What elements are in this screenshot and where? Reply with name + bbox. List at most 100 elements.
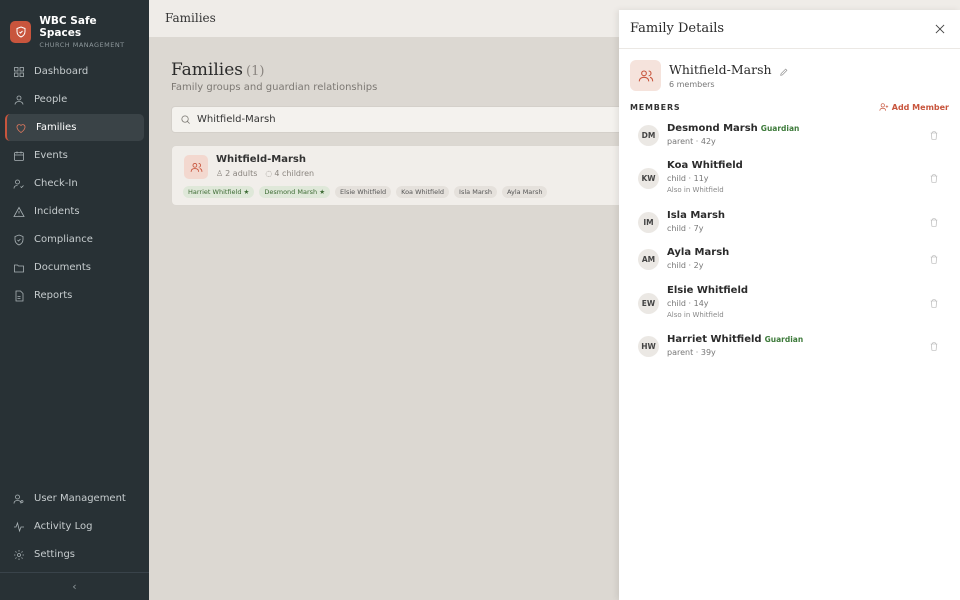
add-user-icon [879, 103, 888, 111]
avatar: EW [638, 293, 659, 314]
member-chip: Elsie Whitfield [335, 186, 392, 198]
sidebar-item-dashboard[interactable]: Dashboard [5, 58, 144, 85]
sidebar-item-label: Dashboard [34, 66, 89, 77]
heart-icon [16, 123, 26, 133]
trash-icon [930, 131, 938, 140]
adult-icon: ♙ [216, 169, 224, 178]
sidebar-item-activity-log[interactable]: Activity Log [5, 513, 144, 540]
users-icon [13, 494, 24, 504]
edit-family-button[interactable] [779, 65, 789, 76]
member-role-age: child · 14y [667, 299, 709, 308]
secondary-nav: User Management Activity Log Settings [0, 484, 149, 569]
sidebar-item-check-in[interactable]: Check-In [5, 170, 144, 197]
member-name-text: Harriet Whitfield [667, 334, 762, 345]
member-name: Desmond Marsh Guardian [667, 123, 799, 134]
shield-logo-icon [10, 20, 32, 43]
sidebar-item-label: Documents [34, 262, 92, 273]
sidebar-item-label: Activity Log [34, 521, 93, 532]
member-name: Ayla Marsh [667, 247, 729, 258]
trash-icon [930, 299, 938, 308]
sidebar-item-settings[interactable]: Settings [5, 541, 144, 568]
member-name-text: Koa Whitfield [667, 160, 743, 171]
sidebar: WBC Safe Spaces CHURCH MANAGEMENT Dashbo… [0, 0, 149, 600]
sidebar-item-user-management[interactable]: User Management [5, 485, 144, 512]
sidebar-item-people[interactable]: People [5, 86, 144, 113]
member-role-age: parent · 39y [667, 348, 716, 357]
member-name-text: Elsie Whitfield [667, 285, 749, 296]
activity-icon [14, 521, 24, 532]
sidebar-item-label: Compliance [34, 234, 93, 245]
guardian-badge: Guardian [760, 124, 800, 133]
avatar: KW [638, 168, 659, 189]
collapse-sidebar-button[interactable]: ‹ [0, 580, 149, 593]
also-in-family: Also in Whitfield [667, 186, 724, 194]
avatar: DM [638, 125, 659, 146]
family-details-drawer: Family Details Whitfield-Marsh 6 members… [619, 10, 960, 600]
family-name-text: Whitfield-Marsh [669, 62, 772, 77]
member-name: Koa Whitfield [667, 160, 743, 171]
brand[interactable]: WBC Safe Spaces CHURCH MANAGEMENT [0, 0, 149, 50]
remove-member-button[interactable] [929, 130, 939, 141]
warning-icon [13, 206, 25, 217]
brand-name: WBC Safe Spaces [39, 14, 97, 39]
sidebar-item-reports[interactable]: Reports [5, 282, 144, 309]
member-role-age: parent · 42y [667, 137, 716, 146]
sidebar-item-label: Reports [34, 290, 73, 301]
family-card[interactable]: Whitfield-Marsh ♙ 2 adults ◌ 4 children Ha… [171, 145, 631, 206]
search-box[interactable] [171, 106, 631, 133]
member-role-age: child · 2y [667, 261, 704, 270]
also-in-family: Also in Whitfield [667, 311, 724, 319]
remove-member-button[interactable] [929, 341, 939, 352]
remove-member-button[interactable] [929, 298, 939, 309]
family-name: Whitfield-Marsh [669, 62, 789, 77]
trash-icon [930, 342, 938, 351]
folder-icon [14, 264, 24, 272]
children-count: 4 children [274, 169, 315, 178]
avatar: IM [638, 212, 659, 233]
trash-icon [930, 255, 938, 264]
brand-subtitle: CHURCH MANAGEMENT [39, 40, 125, 49]
main-nav: Dashboard People Families Events Check-I… [0, 58, 149, 309]
member-name: Harriet Whitfield Guardian [667, 334, 803, 345]
family-icon [630, 60, 661, 91]
add-member-button[interactable]: Add Member [879, 102, 949, 112]
page-title-text: Families [171, 60, 243, 80]
sidebar-item-incidents[interactable]: Incidents [5, 198, 144, 225]
shield-icon [14, 234, 24, 245]
search-input[interactable] [197, 114, 597, 125]
drawer-title: Family Details [630, 21, 725, 36]
child-icon: ◌ [265, 169, 273, 178]
member-chip: Koa Whitfield [396, 186, 450, 198]
trash-icon [930, 218, 938, 227]
sidebar-item-families[interactable]: Families [5, 114, 144, 141]
grid-icon [14, 66, 24, 77]
sidebar-item-label: Families [36, 122, 77, 133]
pencil-icon [779, 68, 787, 76]
sidebar-item-documents[interactable]: Documents [5, 254, 144, 281]
member-name-text: Ayla Marsh [667, 247, 730, 258]
member-chip: Harriet Whitfield ★ [183, 186, 255, 198]
sidebar-item-label: People [34, 94, 68, 105]
member-name: Isla Marsh [667, 210, 725, 221]
sidebar-item-label: Incidents [34, 206, 80, 217]
avatar: AM [638, 249, 659, 270]
drawer-header: Family Details [619, 10, 960, 49]
member-count: 6 members [669, 80, 715, 89]
topbar-title: Families [165, 11, 216, 25]
page-title: Families (1) [171, 60, 264, 80]
member-role-age: child · 11y [667, 174, 709, 183]
report-icon [15, 290, 24, 301]
close-button[interactable] [933, 22, 947, 36]
member-chips: Harriet Whitfield ★ Desmond Marsh ★ Elsi… [183, 186, 548, 198]
sidebar-item-label: Settings [34, 549, 76, 560]
sidebar-item-label: User Management [34, 493, 126, 504]
remove-member-button[interactable] [929, 217, 939, 228]
sidebar-item-events[interactable]: Events [5, 142, 144, 169]
close-icon [935, 24, 945, 34]
sidebar-item-label: Check-In [34, 178, 78, 189]
trash-icon [930, 174, 938, 183]
remove-member-button[interactable] [929, 254, 939, 265]
sidebar-item-compliance[interactable]: Compliance [5, 226, 144, 253]
remove-member-button[interactable] [929, 173, 939, 184]
avatar: HW [638, 336, 659, 357]
